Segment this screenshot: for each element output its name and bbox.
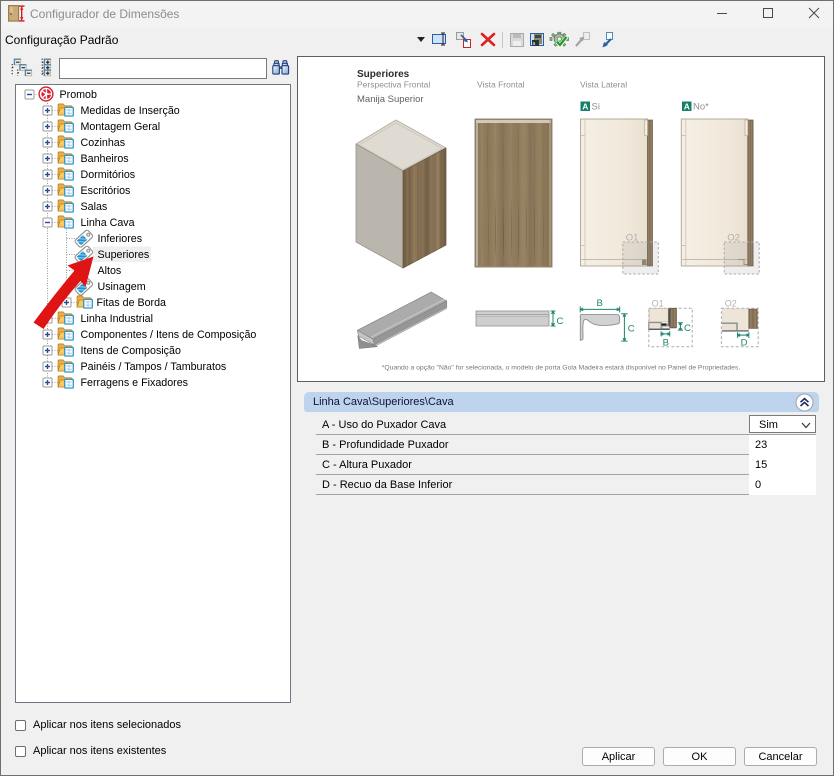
svg-text:D: D: [741, 337, 748, 348]
svg-text:Superiores: Superiores: [98, 249, 150, 261]
svg-text:A: A: [582, 101, 588, 111]
svg-text:Superiores: Superiores: [357, 69, 410, 80]
svg-text:A: A: [684, 101, 690, 111]
svg-text:O2: O2: [727, 233, 740, 244]
svg-text:Componentes / Itens de Composi: Componentes / Itens de Composição: [81, 329, 257, 341]
svg-text:Linha Cava: Linha Cava: [81, 217, 135, 229]
svg-text:Vista Lateral: Vista Lateral: [580, 80, 627, 90]
svg-text:Vista Frontal: Vista Frontal: [477, 80, 525, 90]
svg-text:Fitas de Borda: Fitas de Borda: [97, 297, 167, 309]
svg-text:Painéis / Tampos / Tamburatos: Painéis / Tampos / Tamburatos: [81, 361, 227, 373]
svg-text:Banheiros: Banheiros: [81, 153, 129, 165]
svg-text:Medidas de Inserção: Medidas de Inserção: [81, 105, 180, 117]
svg-text:No*: No*: [693, 102, 709, 113]
svg-text:Si: Si: [592, 102, 600, 113]
svg-text:C: C: [557, 316, 564, 327]
svg-text:O2: O2: [725, 298, 737, 308]
svg-text:Ferragens e Fixadores: Ferragens e Fixadores: [81, 377, 189, 389]
svg-text:C: C: [684, 323, 691, 334]
svg-text:B: B: [663, 337, 669, 348]
svg-text:O1: O1: [652, 299, 664, 309]
svg-text:Salas: Salas: [81, 201, 108, 213]
svg-text:Cozinhas: Cozinhas: [81, 137, 126, 149]
svg-text:C: C: [628, 324, 635, 335]
svg-text:Usinagem: Usinagem: [98, 281, 146, 293]
svg-text:Perspectiva Frontal: Perspectiva Frontal: [357, 80, 430, 90]
svg-text:Itens de Composição: Itens de Composição: [81, 345, 181, 357]
svg-text:Escritórios: Escritórios: [81, 185, 131, 197]
svg-text:B: B: [597, 298, 603, 309]
svg-text:Montagem Geral: Montagem Geral: [81, 121, 161, 133]
svg-text:Manija Superior: Manija Superior: [357, 94, 424, 105]
svg-text:Promob: Promob: [60, 89, 97, 101]
svg-text:a: a: [533, 41, 536, 47]
svg-text:Inferiores: Inferiores: [98, 233, 143, 245]
svg-text:Linha Industrial: Linha Industrial: [81, 313, 154, 325]
svg-text:Altos: Altos: [98, 265, 122, 277]
svg-text:O1: O1: [626, 233, 639, 244]
svg-text:*Quando a opção "Não" for sele: *Quando a opção "Não" for selecionada, o…: [382, 365, 741, 372]
svg-text:Dormitórios: Dormitórios: [81, 169, 136, 181]
